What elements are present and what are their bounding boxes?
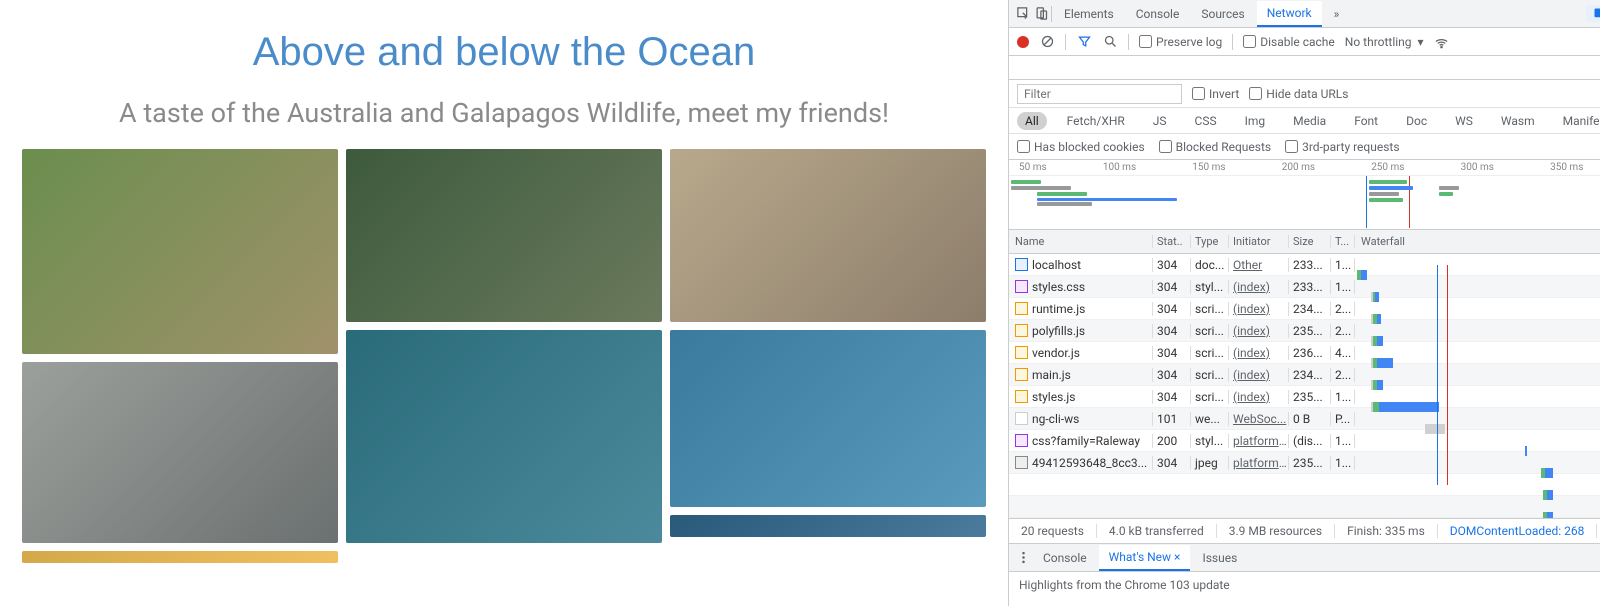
page-subtitle: A taste of the Australia and Galapagos W… bbox=[22, 97, 986, 129]
blocked-cookies-checkbox[interactable]: Has blocked cookies bbox=[1017, 140, 1145, 154]
network-row[interactable]: ng-cli-ws101we...WebSoc...0 BP... bbox=[1009, 408, 1600, 430]
ws-file-icon bbox=[1015, 412, 1028, 425]
network-row[interactable]: vendor.js304scri...(index)236...4... bbox=[1009, 342, 1600, 364]
drawer-body: Highlights from the Chrome 103 update bbox=[1009, 572, 1600, 598]
tab-sources[interactable]: Sources bbox=[1191, 2, 1254, 26]
import-export-bar bbox=[1009, 56, 1600, 80]
type-filter-css[interactable]: CSS bbox=[1187, 112, 1225, 130]
network-table-body: localhost304doc...Other233...1...styles.… bbox=[1009, 254, 1600, 518]
network-row[interactable] bbox=[1009, 496, 1600, 518]
gallery-image[interactable] bbox=[670, 330, 986, 507]
timeline-overview[interactable]: 50 ms100 ms150 ms200 ms250 ms300 ms350 m… bbox=[1009, 160, 1600, 230]
type-filter-manifest[interactable]: Manifest bbox=[1555, 112, 1600, 130]
status-resources: 3.9 MB resources bbox=[1217, 524, 1335, 538]
more-tabs-icon[interactable]: » bbox=[1324, 2, 1350, 26]
extra-filters: Has blocked cookies Blocked Requests 3rd… bbox=[1009, 134, 1600, 160]
network-toolbar: Preserve log Disable cache No throttling… bbox=[1009, 28, 1600, 56]
network-row[interactable]: styles.css304styl...(index)233...1... bbox=[1009, 276, 1600, 298]
hide-data-urls-checkbox[interactable]: Hide data URLs bbox=[1249, 87, 1348, 101]
resource-type-filter: All Fetch/XHR JS CSS Img Media Font Doc WS Wasm Ma… bbox=[1009, 108, 1600, 134]
gallery-image[interactable] bbox=[22, 149, 338, 354]
webpage-content: Above and below the Ocean A taste of the… bbox=[0, 0, 1008, 606]
type-filter-font[interactable]: Font bbox=[1346, 112, 1386, 130]
drawer-tabs: Console What's New × Issues bbox=[1009, 544, 1600, 572]
js-file-icon bbox=[1015, 368, 1028, 381]
col-name[interactable]: Name bbox=[1009, 235, 1153, 248]
network-row[interactable]: localhost304doc...Other233...1... bbox=[1009, 254, 1600, 276]
col-time[interactable]: T... bbox=[1331, 235, 1355, 248]
col-status[interactable]: Stat.. bbox=[1153, 235, 1191, 248]
css-file-icon bbox=[1015, 434, 1028, 447]
network-row[interactable]: runtime.js304scri...(index)234...2... bbox=[1009, 298, 1600, 320]
network-row[interactable]: 49412593648_8cc3...304jpegplatform...235… bbox=[1009, 452, 1600, 474]
col-type[interactable]: Type bbox=[1191, 235, 1229, 248]
filter-toggle-icon[interactable] bbox=[1076, 34, 1092, 50]
filter-input[interactable] bbox=[1017, 84, 1182, 104]
js-file-icon bbox=[1015, 346, 1028, 359]
devtools-tabs: Elements Console Sources Network » 1 bbox=[1009, 0, 1600, 28]
network-row[interactable] bbox=[1009, 474, 1600, 496]
network-row[interactable]: main.js304scri...(index)234...2... bbox=[1009, 364, 1600, 386]
gallery-image[interactable] bbox=[22, 551, 338, 563]
status-requests: 20 requests bbox=[1009, 524, 1097, 538]
status-finish: Finish: 335 ms bbox=[1335, 524, 1438, 538]
drawer-tab-console[interactable]: Console bbox=[1033, 546, 1097, 570]
close-tab-icon[interactable]: × bbox=[1174, 550, 1180, 564]
tab-network[interactable]: Network bbox=[1257, 1, 1322, 27]
network-table-header[interactable]: Name Stat.. Type Initiator Size T... Wat… bbox=[1009, 230, 1600, 254]
type-filter-wasm[interactable]: Wasm bbox=[1493, 112, 1543, 130]
drawer-menu-icon[interactable] bbox=[1015, 550, 1031, 566]
gallery-image[interactable] bbox=[670, 149, 986, 322]
type-filter-doc[interactable]: Doc bbox=[1398, 112, 1435, 130]
gallery-image[interactable] bbox=[346, 330, 662, 543]
device-toggle-icon[interactable] bbox=[1033, 6, 1049, 22]
gallery-image[interactable] bbox=[346, 149, 662, 322]
inspect-icon[interactable] bbox=[1015, 6, 1031, 22]
blocked-requests-checkbox[interactable]: Blocked Requests bbox=[1159, 140, 1271, 154]
export-har-icon[interactable] bbox=[1017, 60, 1033, 76]
filter-bar: Invert Hide data URLs bbox=[1009, 80, 1600, 108]
js-file-icon bbox=[1015, 302, 1028, 315]
col-size[interactable]: Size bbox=[1289, 235, 1331, 248]
tab-console[interactable]: Console bbox=[1126, 2, 1190, 26]
invert-checkbox[interactable]: Invert bbox=[1192, 87, 1239, 101]
disable-cache-checkbox[interactable]: Disable cache bbox=[1243, 35, 1335, 49]
status-transferred: 4.0 kB transferred bbox=[1097, 524, 1217, 538]
page-title: Above and below the Ocean bbox=[22, 30, 986, 75]
type-filter-ws[interactable]: WS bbox=[1447, 112, 1481, 130]
img-file-icon bbox=[1015, 456, 1028, 469]
search-icon[interactable] bbox=[1102, 34, 1118, 50]
type-filter-js[interactable]: JS bbox=[1145, 112, 1175, 130]
network-row[interactable]: css?family=Raleway200styl...platform...(… bbox=[1009, 430, 1600, 452]
drawer-tab-whatsnew[interactable]: What's New × bbox=[1099, 545, 1191, 571]
type-filter-fetchxhr[interactable]: Fetch/XHR bbox=[1059, 112, 1133, 130]
network-row[interactable]: polyfills.js304scri...(index)235...2... bbox=[1009, 320, 1600, 342]
issues-badge[interactable]: 1 bbox=[1586, 5, 1600, 22]
devtools-panel: Elements Console Sources Network » 1 Pre… bbox=[1008, 0, 1600, 606]
network-conditions-icon[interactable] bbox=[1434, 34, 1450, 50]
js-file-icon bbox=[1015, 390, 1028, 403]
import-har-icon[interactable] bbox=[1045, 60, 1061, 76]
tab-elements[interactable]: Elements bbox=[1054, 2, 1124, 26]
gallery-image[interactable] bbox=[670, 515, 986, 537]
type-filter-img[interactable]: Img bbox=[1237, 112, 1274, 130]
preserve-log-checkbox[interactable]: Preserve log bbox=[1139, 35, 1222, 49]
gallery-image[interactable] bbox=[22, 362, 338, 543]
type-filter-all[interactable]: All bbox=[1017, 112, 1047, 130]
col-initiator[interactable]: Initiator bbox=[1229, 235, 1289, 248]
network-row[interactable]: styles.js304scri...(index)235...1... bbox=[1009, 386, 1600, 408]
throttling-select[interactable]: No throttling ▾ bbox=[1345, 35, 1424, 49]
record-icon[interactable] bbox=[1017, 36, 1029, 48]
js-file-icon bbox=[1015, 324, 1028, 337]
drawer-tab-issues[interactable]: Issues bbox=[1192, 546, 1247, 570]
image-gallery bbox=[22, 149, 986, 563]
doc-file-icon bbox=[1015, 258, 1028, 271]
status-dcl: DOMContentLoaded: 268 bbox=[1438, 524, 1598, 538]
type-filter-media[interactable]: Media bbox=[1285, 112, 1334, 130]
third-party-checkbox[interactable]: 3rd-party requests bbox=[1285, 140, 1399, 154]
css-file-icon bbox=[1015, 280, 1028, 293]
clear-icon[interactable] bbox=[1039, 34, 1055, 50]
network-status-bar: 20 requests 4.0 kB transferred 3.9 MB re… bbox=[1009, 518, 1600, 544]
col-waterfall[interactable]: Waterfall▲ bbox=[1355, 235, 1600, 248]
